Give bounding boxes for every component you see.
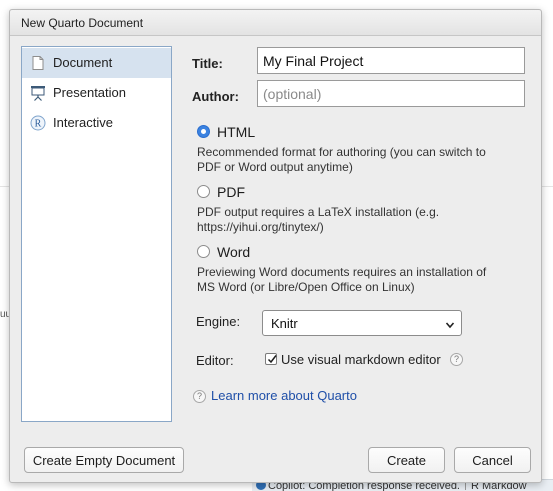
editor-label: Editor: — [196, 353, 234, 368]
create-empty-document-button[interactable]: Create Empty Document — [24, 447, 184, 473]
checkmark-icon — [267, 355, 277, 364]
type-item-document[interactable]: Document — [22, 48, 171, 78]
cancel-button[interactable]: Cancel — [454, 447, 531, 473]
dialog-titlebar[interactable]: New Quarto Document — [10, 10, 541, 36]
type-item-label: Document — [53, 55, 113, 70]
document-type-list: Document Presentation R Interactive — [21, 46, 172, 422]
html-description-line1: Recommended format for authoring (you ca… — [197, 145, 486, 159]
pdf-radio-label[interactable]: PDF — [217, 184, 245, 200]
type-item-label: Interactive — [53, 115, 113, 130]
html-radio[interactable] — [197, 125, 210, 138]
learn-more-link[interactable]: Learn more about Quarto — [211, 388, 357, 403]
learn-more-help-icon: ? — [193, 390, 206, 403]
presentation-icon — [30, 85, 46, 101]
visual-editor-checkbox[interactable] — [265, 353, 277, 365]
engine-select-value: Knitr — [271, 316, 298, 331]
pdf-description-line1: PDF output requires a LaTeX installation… — [197, 205, 440, 219]
dialog-title: New Quarto Document — [21, 16, 144, 30]
create-button[interactable]: Create — [368, 447, 445, 473]
author-input[interactable] — [257, 80, 525, 107]
visual-editor-help-icon[interactable]: ? — [450, 353, 463, 366]
type-item-presentation[interactable]: Presentation — [22, 78, 171, 108]
title-label: Title: — [192, 56, 223, 71]
word-description-line1: Previewing Word documents requires an in… — [197, 265, 487, 279]
visual-editor-label[interactable]: Use visual markdown editor — [281, 352, 441, 367]
pdf-radio[interactable] — [197, 185, 210, 198]
pdf-description-line2: https://yihui.org/tinytex/) — [197, 220, 324, 234]
r-interactive-icon: R — [30, 115, 46, 131]
document-icon — [30, 55, 46, 71]
svg-text:R: R — [35, 119, 42, 130]
word-radio-label[interactable]: Word — [217, 244, 250, 260]
new-quarto-document-dialog: New Quarto Document Document Presentatio… — [9, 9, 542, 483]
title-input[interactable] — [257, 47, 525, 74]
author-label: Author: — [192, 89, 239, 104]
chevron-down-icon — [445, 318, 455, 329]
word-radio[interactable] — [197, 245, 210, 258]
html-radio-label[interactable]: HTML — [217, 124, 255, 140]
type-item-label: Presentation — [53, 85, 126, 100]
engine-select[interactable]: Knitr — [262, 310, 462, 336]
html-description-line2: PDF or Word output anytime) — [197, 160, 353, 174]
engine-label: Engine: — [196, 314, 241, 329]
word-description-line2: MS Word (or Libre/Open Office on Linux) — [197, 280, 415, 294]
type-item-interactive[interactable]: R Interactive — [22, 108, 171, 138]
